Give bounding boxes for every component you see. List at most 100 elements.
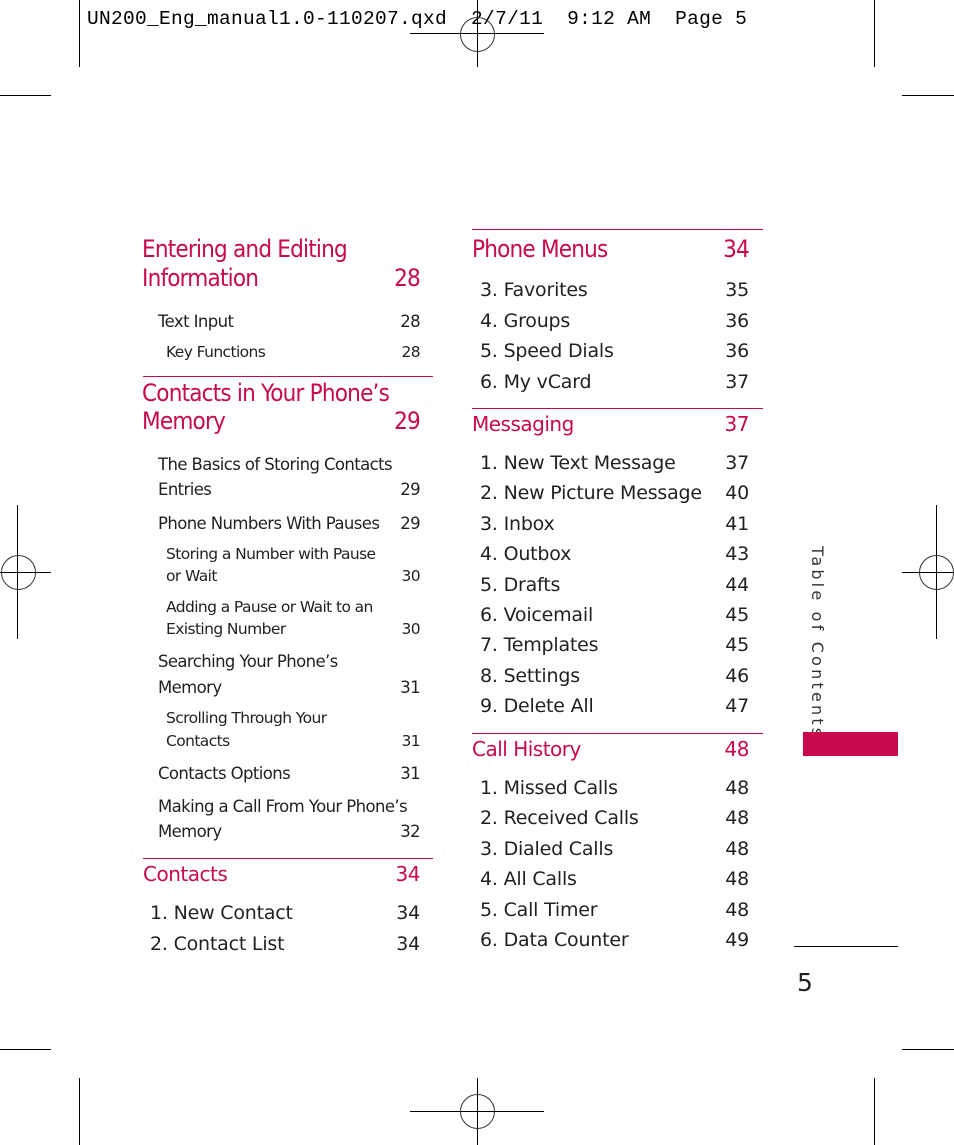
toc-entry-line[interactable]: The Basics of Storing Contacts [158,453,393,476]
entry-page: 29 [400,480,420,499]
toc-entry[interactable]: 3. Favorites 35 [480,278,749,302]
crop-mark [79,0,80,67]
section-title[interactable]: Phone Menus [472,235,608,264]
entry-label: 6. Data Counter [480,929,629,951]
section-page[interactable]: 37 [725,412,750,436]
section-page[interactable]: 34 [723,235,750,264]
toc-entry[interactable]: Memory 31 [158,676,421,699]
toc-entry[interactable]: Key Functions 28 [166,341,421,363]
toc-entry[interactable]: 2. Received Calls 48 [480,806,749,830]
entry-page: 48 [725,837,749,860]
side-tab-label: Table of Contents [808,546,827,740]
toc-entry[interactable]: 4. All Calls 48 [480,867,749,891]
toc-entry[interactable]: 3. Inbox 41 [480,512,749,536]
toc-entry[interactable]: Existing Number 30 [166,618,421,640]
entry-label: Key Functions [166,343,266,361]
entry-page: 35 [725,279,749,301]
toc-entry[interactable]: Contacts Options 31 [158,762,421,785]
entry-label: 3. Dialed Calls [480,837,614,860]
section-page[interactable]: 48 [725,737,750,761]
section-divider [472,733,763,734]
section-title[interactable]: Contacts in Your Phone’s [142,379,390,408]
toc-entry[interactable]: Memory 32 [158,820,421,843]
toc-entry[interactable]: 5. Speed Dials 36 [480,339,749,363]
section-divider [143,376,433,377]
entry-page: 28 [401,343,420,361]
toc-entry-line[interactable]: Making a Call From Your Phone’s [158,795,408,818]
entry-page: 47 [725,695,749,718]
toc-entry[interactable]: Contacts 31 [166,730,421,752]
toc-entry[interactable]: 1. Missed Calls 48 [480,776,749,800]
entry-label: Memory [158,678,222,697]
toc-entry[interactable]: Phone Numbers With Pauses 29 [158,512,421,535]
entry-label: 8. Settings [480,664,580,687]
entry-page: 45 [725,634,749,657]
entry-label: Text Input [158,312,234,331]
entry-label: 4. All Calls [480,868,577,891]
section-page[interactable]: 34 [396,862,421,886]
toc-entry[interactable]: 1. New Contact 34 [150,901,420,925]
entry-page: 45 [725,604,749,626]
entry-label: 1. New Contact [150,902,293,924]
section-title[interactable]: Call History [472,737,581,761]
entry-page: 32 [400,822,420,841]
toc-entry-line[interactable]: Storing a Number with Pause [166,543,376,565]
toc-entry[interactable]: 9. Delete All 47 [480,694,749,718]
section-page[interactable]: 29 [394,407,421,436]
toc-entry[interactable]: 6. My vCard 37 [480,370,749,394]
section-title[interactable]: Contacts [143,862,228,886]
entry-label: 9. Delete All [480,695,594,718]
entry-page: 31 [400,764,420,783]
toc-entry[interactable]: 6. Data Counter 49 [480,928,749,952]
entry-label: 2. New Picture Message [480,482,702,505]
toc-entry[interactable]: 6. Voicemail 45 [480,603,749,627]
toc-entry[interactable]: 4. Outbox 43 [480,542,749,566]
section-title[interactable]: Information [142,264,259,293]
toc-entry[interactable]: 5. Drafts 44 [480,573,749,597]
entry-label: 2. Contact List [150,933,285,955]
entry-label: Phone Numbers With Pauses [158,514,380,533]
section-page[interactable]: 28 [394,264,421,293]
entry-page: 46 [725,664,749,687]
toc-entry[interactable]: 2. Contact List 34 [150,932,420,956]
toc-entry[interactable]: 4. Groups 36 [480,309,749,333]
toc-entry[interactable]: 7. Templates 45 [480,633,749,657]
toc-entry[interactable]: or Wait 30 [166,565,421,587]
entry-label: 5. Call Timer [480,898,598,921]
entry-label: Existing Number [166,620,286,638]
toc-entry[interactable]: 8. Settings 46 [480,664,749,688]
entry-page: 28 [400,312,420,331]
toc-entry-line[interactable]: Adding a Pause or Wait to an [166,596,373,618]
entry-label: 2. Received Calls [480,807,639,830]
entry-page: 29 [400,514,420,533]
crop-mark [902,1049,954,1050]
section-title[interactable]: Memory [142,407,226,436]
toc-entry-line[interactable]: Scrolling Through Your [166,707,327,729]
entry-label: Contacts Options [158,764,291,783]
toc-entry-line[interactable]: Searching Your Phone’s [158,650,338,673]
section-divider [472,229,763,230]
toc-entry[interactable]: Text Input 28 [158,310,421,333]
section-title[interactable]: Messaging [472,412,574,436]
toc-entry[interactable]: Entries 29 [158,478,421,501]
section-title[interactable]: Entering and Editing [142,235,348,264]
entry-label: 4. Groups [480,309,571,332]
entry-page: 43 [725,543,749,566]
crop-mark [874,0,875,67]
crop-mark [79,1078,80,1145]
entry-page: 30 [401,620,420,638]
toc-entry[interactable]: 3. Dialed Calls 48 [480,837,749,861]
toc-entry[interactable]: 5. Call Timer 48 [480,898,749,922]
entry-page: 41 [725,512,749,535]
entry-page: 40 [725,482,749,505]
crop-mark [874,1078,875,1145]
toc-entry[interactable]: 1. New Text Message 37 [480,451,749,475]
entry-page: 37 [725,370,749,393]
toc-entry[interactable]: 2. New Picture Message 40 [480,481,749,505]
crop-mark [902,95,954,96]
side-tab-marker [803,732,898,756]
entry-page: 34 [396,902,420,924]
crop-mark [0,95,51,96]
entry-label: Entries [158,480,212,499]
footer-rule [794,946,898,947]
